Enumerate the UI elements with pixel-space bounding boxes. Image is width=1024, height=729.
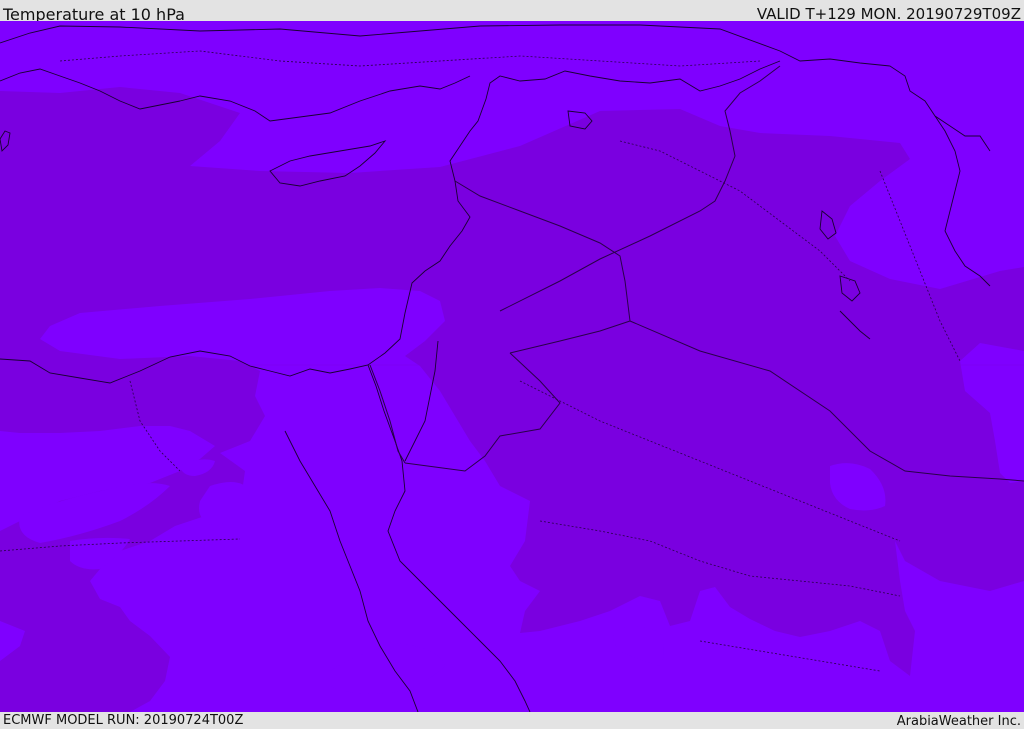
weather-map-page: Temperature at 10 hPa VALID T+129 MON. 2… xyxy=(0,0,1024,729)
map-canvas[interactable] xyxy=(0,21,1024,712)
credit-label: ArabiaWeather Inc. xyxy=(896,714,1021,729)
model-run-label: ECMWF MODEL RUN: 20190724T00Z xyxy=(3,713,244,728)
header-bar: Temperature at 10 hPa VALID T+129 MON. 2… xyxy=(0,0,1024,24)
map-svg xyxy=(0,21,1024,712)
footer-bar: ECMWF MODEL RUN: 20190724T00Z ArabiaWeat… xyxy=(0,712,1024,729)
